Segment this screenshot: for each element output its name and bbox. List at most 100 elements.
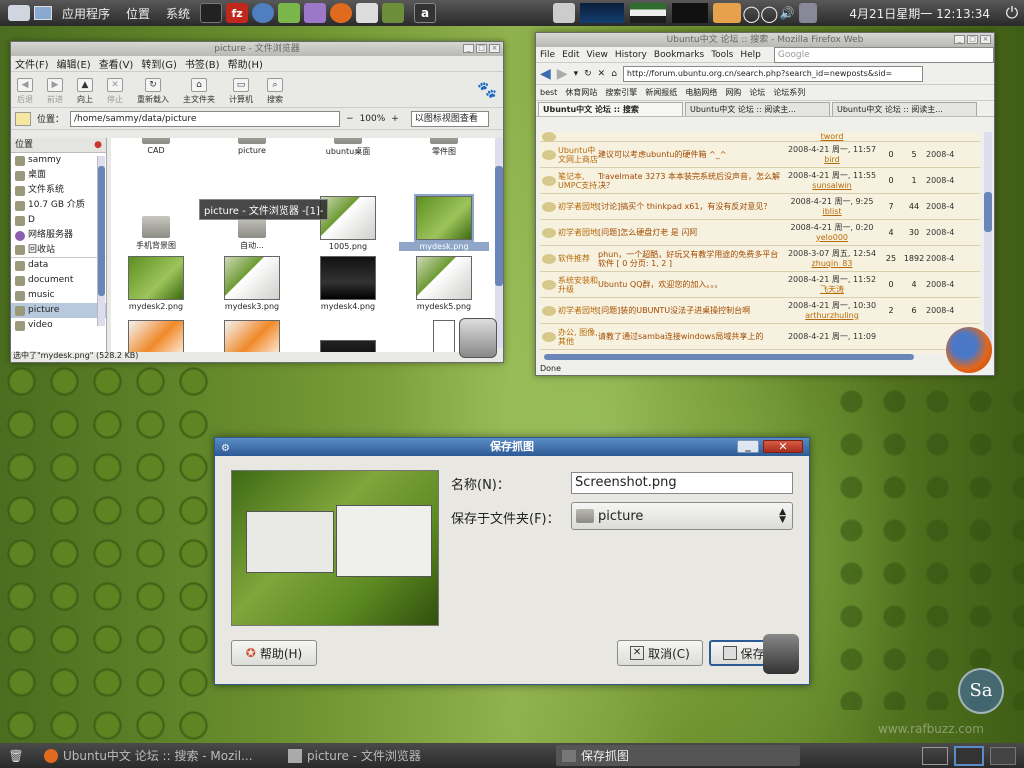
computer-button[interactable]: ▭ 计算机 (229, 78, 253, 105)
menu-help[interactable]: 帮助(H) (228, 56, 263, 71)
up-button[interactable]: ▲ 向上 (77, 78, 93, 105)
tab-topic-2[interactable]: Ubuntu中文 论坛 :: 阅读主... (832, 101, 977, 116)
horizontal-scrollbar[interactable] (544, 354, 914, 360)
menu-view[interactable]: 查看(V) (99, 56, 134, 71)
menu-history[interactable]: History (615, 50, 647, 60)
close-button[interactable]: × (980, 35, 991, 44)
firefox-titlebar[interactable]: Ubuntu中文 论坛 :: 搜索 - Mozilla Firefox Web … (536, 33, 994, 47)
folder-select[interactable]: picture ▲ ▼ (571, 502, 793, 530)
trash-applet-icon[interactable]: 🗑 (4, 749, 28, 763)
topic-title-link[interactable]: 请教了通过samba连接windows局域共享上的 (598, 332, 784, 341)
bookmark-folder[interactable]: 搜索引擎 (605, 87, 637, 98)
bookmark-folder[interactable]: 网购 (725, 87, 741, 98)
sidebar-item-home[interactable]: sammy (11, 153, 106, 168)
topic-forum-link[interactable]: 笔记本, UMPC支持 (558, 172, 598, 190)
sidebar-item-video[interactable]: video (11, 318, 106, 333)
topic-author-link[interactable]: zhuqin_83 (812, 259, 853, 268)
topic-forum-link[interactable]: 办公, 图像, 其他 (558, 328, 598, 346)
close-button[interactable]: ✕ (763, 440, 803, 453)
dictionary-launcher-icon[interactable] (382, 3, 405, 23)
sidebar-item-picture[interactable]: picture (11, 303, 106, 318)
edit-location-icon[interactable] (15, 111, 31, 126)
back-button[interactable]: ◀ 后退 (17, 78, 33, 105)
file-item[interactable]: mydesk5.png (399, 256, 489, 311)
workspace-switcher-icon[interactable] (922, 746, 948, 765)
topic-title-link[interactable]: [问题]怎么硬盘灯老 是 闪阿 (598, 228, 784, 237)
menu-edit[interactable]: Edit (562, 50, 579, 60)
reload-icon[interactable]: ↻ (584, 69, 592, 79)
topic-forum-link[interactable]: Ubuntu中文网上商店 (558, 146, 598, 164)
sidebar-item-data[interactable]: data (11, 258, 106, 273)
sidebar-item-media[interactable]: 10.7 GB 介质 (11, 198, 106, 213)
topic-author-link[interactable]: iblist (822, 207, 841, 216)
file-item[interactable]: 手机背景图 (111, 196, 201, 251)
zoom-out-button[interactable]: − (346, 114, 354, 124)
file-item[interactable]: screenshot1.png (303, 320, 393, 352)
minimize-button[interactable]: _ (463, 44, 474, 53)
places-menu[interactable]: 位置 (118, 2, 158, 24)
location-input[interactable]: /home/sammy/data/picture (70, 110, 341, 127)
grid-scrollbar[interactable] (495, 138, 503, 348)
topic-title-link[interactable]: 建议可以考虑ubuntu的硬件箱 ^_^ (598, 150, 784, 159)
topic-author-link[interactable]: yelo000 (816, 233, 848, 242)
file-item[interactable]: mydesk3.png (207, 256, 297, 311)
bookmark-folder[interactable]: best (540, 88, 557, 97)
forward-button[interactable]: ▶ 前进 (47, 78, 63, 105)
file-item[interactable]: 零件图 (399, 138, 489, 157)
topic-author-link[interactable]: bird (824, 155, 840, 164)
maximize-button[interactable]: □ (967, 35, 978, 44)
power-icon[interactable]: ⏻ (1000, 2, 1024, 24)
menu-file[interactable]: 文件(F) (15, 56, 49, 71)
network-status-icon[interactable] (799, 3, 818, 23)
tab-topic-1[interactable]: Ubuntu中文 论坛 :: 阅读主... (685, 101, 830, 116)
sidebar-item-network[interactable]: 网络服务器 (11, 228, 106, 243)
dialog-menu-icon[interactable]: ⚙ (221, 440, 230, 458)
home-button[interactable]: ⌂ 主文件夹 (183, 78, 215, 105)
topic-title-link[interactable]: Travelmate 3273 本本装完系统后没声音，怎么解决？ (598, 172, 784, 190)
view-mode-select[interactable]: 以图标视图查看 (410, 110, 489, 127)
bookmark-folder[interactable]: 论坛 (749, 87, 765, 98)
menu-file[interactable]: File (540, 50, 555, 60)
topic-forum-link[interactable]: 初学者园地 (558, 202, 598, 211)
minimize-button[interactable]: _ (737, 440, 759, 453)
applications-menu[interactable]: 应用程序 (54, 2, 118, 24)
task-save-dialog[interactable]: 保存抓图 (556, 745, 800, 766)
maximize-button[interactable]: □ (476, 44, 487, 53)
text-editor-launcher-icon[interactable] (356, 3, 379, 23)
bookmark-folder[interactable]: 论坛系列 (773, 87, 805, 98)
url-input[interactable]: http://forum.ubuntu.org.cn/search.php?se… (622, 65, 923, 82)
filename-input[interactable]: Screenshot.png (571, 472, 793, 494)
sidebar-header[interactable]: 位置 ● (11, 138, 106, 153)
file-browser-titlebar[interactable]: picture - 文件浏览器 _ □ × (11, 42, 503, 56)
bookmark-folder[interactable]: 休育网站 (565, 87, 597, 98)
menu-edit[interactable]: 编辑(E) (57, 56, 91, 71)
help-button[interactable]: ✪ 帮助(H) (231, 640, 317, 666)
sidebar-item-music[interactable]: music (11, 288, 106, 303)
paint-launcher-icon[interactable] (278, 3, 301, 23)
topic-forum-link[interactable]: 初学者园地 (558, 228, 598, 237)
network-launcher-icon[interactable] (252, 3, 275, 23)
task-firefox[interactable]: Ubuntu中文 论坛 :: 搜索 - Mozil... (38, 745, 282, 766)
topic-forum-link[interactable]: 系统安装和升级 (558, 276, 598, 294)
workspace-empty-icon[interactable] (990, 746, 1016, 765)
main-menu-icon[interactable] (6, 2, 32, 24)
sidebar-item-filesystem[interactable]: 文件系统 (11, 183, 106, 198)
bookmark-folder[interactable]: 电脑网络 (685, 87, 717, 98)
menu-view[interactable]: View (587, 50, 608, 60)
close-button[interactable]: × (489, 44, 500, 53)
topic-title-link[interactable]: phun，一个超酷，好玩又有教学用途的免费多平台软件 [ 0 分页: 1, 2 … (598, 250, 784, 268)
file-item[interactable]: mydesk4.png (303, 256, 393, 311)
stop-button[interactable]: ✕ 停止 (107, 78, 123, 105)
topic-title-link[interactable]: Ubuntu QQ群，欢迎您的加入。。。 (598, 280, 784, 289)
menu-tools[interactable]: Tools (711, 50, 733, 60)
menu-bookmarks[interactable]: Bookmarks (654, 50, 704, 60)
file-item[interactable]: picture (207, 138, 297, 155)
topic-forum-link[interactable]: 软件推荐 (558, 254, 598, 263)
sidebar-item-trash[interactable]: 回收站 (11, 243, 106, 258)
back-icon[interactable]: ◀ (540, 66, 551, 82)
stop-icon[interactable]: ✕ (598, 69, 606, 79)
topic-author-link[interactable]: 飞天涛 (820, 285, 844, 294)
file-item[interactable]: mydesktop.jpg (111, 320, 201, 352)
topic-title-link[interactable]: [讨论]搞买个 thinkpad x61，有没有反对意见？ (598, 202, 784, 211)
tab-search[interactable]: Ubuntu中文 论坛 :: 搜索 (538, 101, 683, 116)
